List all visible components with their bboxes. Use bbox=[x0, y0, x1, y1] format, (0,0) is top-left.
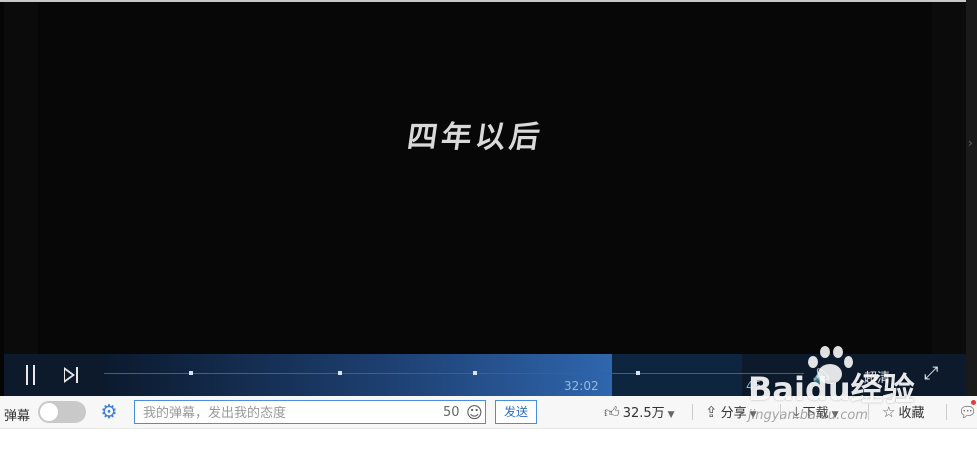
chevron-right-icon[interactable]: › bbox=[968, 136, 973, 150]
comment-button[interactable]: 💬︎ bbox=[958, 402, 977, 422]
progress-marker[interactable] bbox=[189, 371, 193, 375]
emoji-icon[interactable]: ☺ bbox=[466, 403, 483, 422]
video-player[interactable]: › 四年以后 32:02 45 🔈 超清 ⤢ bbox=[0, 0, 977, 396]
divider bbox=[946, 404, 947, 420]
danmu-toggle[interactable] bbox=[38, 401, 86, 423]
like-button[interactable]: 👍︎ 32.5万 ▼ bbox=[604, 402, 675, 422]
danmu-label: 弹幕 bbox=[4, 409, 31, 424]
like-icon: 👍︎ bbox=[604, 403, 620, 421]
time-played: 32:02 bbox=[564, 379, 599, 393]
video-caption: 四年以后 bbox=[405, 120, 546, 155]
next-icon[interactable] bbox=[62, 366, 80, 384]
side-panel-toggle[interactable] bbox=[966, 0, 977, 396]
watermark-brand: Baidu经验 bbox=[748, 370, 915, 408]
share-label: 分享 bbox=[720, 406, 747, 421]
send-button[interactable]: 发送 bbox=[495, 400, 537, 424]
pause-icon[interactable] bbox=[24, 365, 38, 385]
settings-icon[interactable]: ⚙ bbox=[98, 401, 120, 423]
comment-icon: 💬︎ bbox=[958, 403, 977, 421]
char-count: 50 bbox=[443, 405, 460, 420]
watermark-url: jingyan.baidu.com bbox=[748, 408, 868, 423]
divider bbox=[692, 404, 693, 420]
progress-marker[interactable] bbox=[338, 371, 342, 375]
notification-dot bbox=[971, 400, 976, 405]
baidu-watermark: Baidu经验 jingyan.baidu.com bbox=[748, 344, 928, 430]
video-letterbox-right bbox=[932, 2, 966, 354]
progress-buffered[interactable] bbox=[612, 354, 742, 396]
toggle-knob bbox=[40, 403, 58, 421]
video-screen[interactable] bbox=[4, 2, 966, 354]
video-letterbox-left bbox=[4, 2, 38, 354]
share-icon: ⇪ bbox=[705, 403, 718, 421]
danmu-input[interactable] bbox=[141, 403, 435, 423]
like-count: 32.5万 bbox=[622, 406, 665, 421]
progress-marker[interactable] bbox=[636, 371, 640, 375]
progress-marker[interactable] bbox=[473, 371, 477, 375]
danmu-input-box: 50 ☺ bbox=[134, 400, 486, 424]
chevron-down-icon: ▼ bbox=[667, 410, 675, 420]
progress-played[interactable] bbox=[104, 354, 612, 396]
progress-track[interactable] bbox=[104, 373, 804, 374]
